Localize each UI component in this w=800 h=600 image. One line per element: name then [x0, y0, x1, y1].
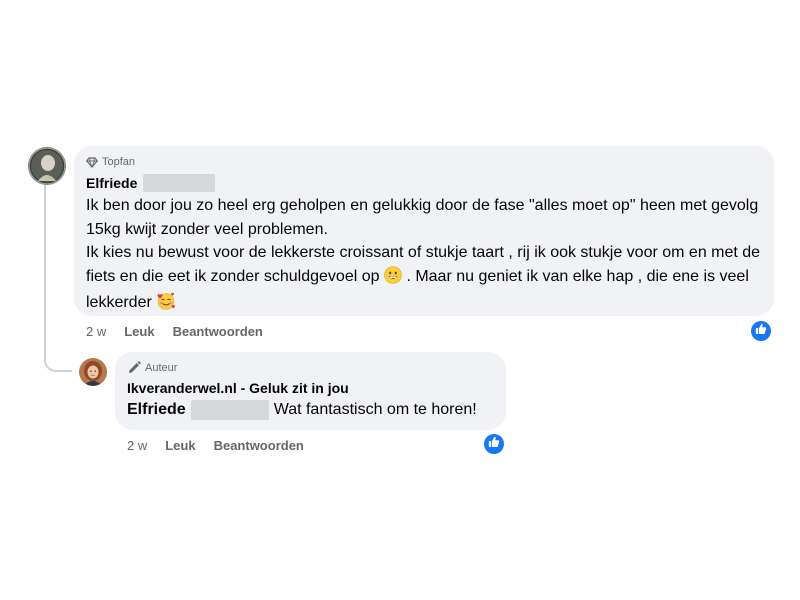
badge-label: Topfan: [102, 156, 136, 168]
mention-name[interactable]: Elfriede: [127, 401, 186, 419]
redacted-surname: [143, 174, 216, 192]
comment-actions: 2 w Leuk Beantwoorden: [86, 324, 281, 339]
thumbs-up-icon: [755, 322, 767, 340]
comment-body: Ik ben door jou zo heel erg geholpen en …: [86, 194, 762, 318]
reply-timestamp[interactable]: 2 w: [127, 438, 147, 453]
diamond-icon: [86, 156, 98, 168]
reply-button[interactable]: Beantwoorden: [173, 324, 263, 339]
reply-body: Elfriede Wat fantastisch om te horen!: [127, 400, 494, 420]
comment-paragraph: Ik ben door jou zo heel erg geholpen en …: [86, 197, 759, 238]
reply-bubble: Auteur Ikveranderwel.nl - Geluk zit in j…: [115, 352, 506, 430]
comment-like-reaction[interactable]: [750, 320, 772, 342]
reply-message: Wat fantastisch om te horen!: [273, 401, 477, 418]
smiling-face-with-hearts-icon: [156, 292, 176, 318]
pencil-icon: [127, 361, 141, 375]
reply-actions: 2 w Leuk Beantwoorden: [127, 438, 322, 453]
redacted-surname: [190, 400, 269, 420]
grinning-face-icon: [384, 265, 402, 292]
comment-bubble: Topfan Elfriede Ik ben door jou zo heel …: [74, 146, 774, 316]
thread-connector-line: [44, 184, 72, 372]
reply-like-reaction[interactable]: [483, 433, 505, 455]
reply-button[interactable]: Beantwoorden: [214, 438, 304, 453]
comment-paragraph: Ik kies nu bewust voor de lekkerste croi…: [86, 241, 762, 318]
commenter-avatar[interactable]: [28, 147, 66, 185]
comment-thread: Topfan Elfriede Ik ben door jou zo heel …: [0, 0, 800, 600]
author-badge: Auteur: [127, 361, 494, 375]
like-button[interactable]: Leuk: [165, 438, 195, 453]
author-avatar[interactable]: [79, 358, 107, 386]
author-name[interactable]: Elfriede: [86, 175, 137, 191]
comment-timestamp[interactable]: 2 w: [86, 324, 106, 339]
like-button[interactable]: Leuk: [124, 324, 154, 339]
comment-author[interactable]: Elfriede: [86, 174, 762, 192]
badge-label: Auteur: [145, 362, 178, 374]
topfan-badge: Topfan: [86, 155, 762, 169]
thumbs-up-icon: [488, 435, 500, 453]
reply-author[interactable]: Ikveranderwel.nl - Geluk zit in jou: [127, 380, 494, 397]
